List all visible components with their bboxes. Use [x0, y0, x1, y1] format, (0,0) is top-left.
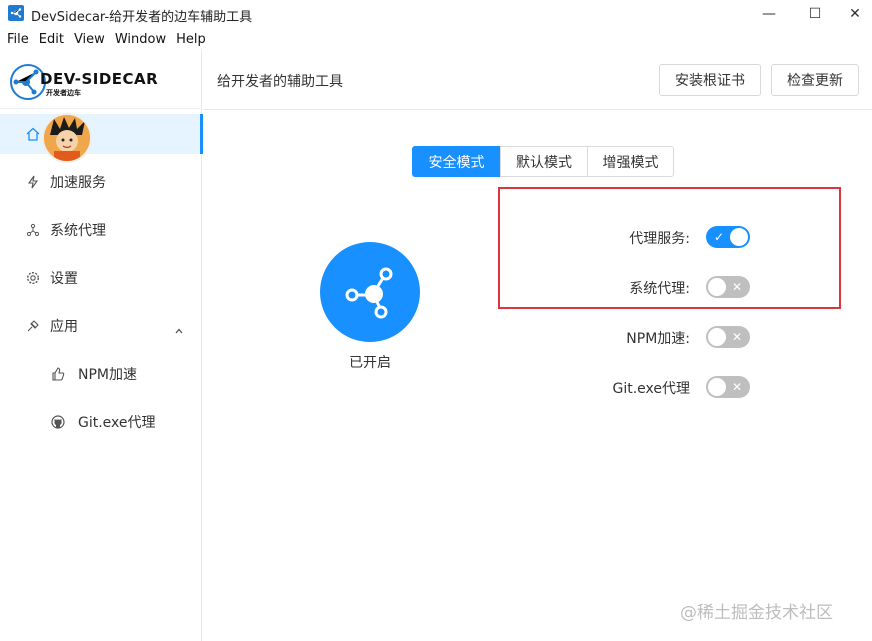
- sidebar-item-git[interactable]: Git.exe代理: [0, 402, 202, 442]
- mode-tabs: 安全模式 默认模式 增强模式: [412, 146, 674, 177]
- window-title: DevSidecar-给开发者的边车辅助工具: [31, 10, 253, 25]
- gear-icon: [25, 270, 41, 286]
- maximize-button[interactable]: ☐: [792, 0, 838, 28]
- sidebar-item-label: 加速服务: [50, 175, 106, 191]
- install-cert-button[interactable]: 安装根证书: [659, 64, 761, 96]
- menu-edit[interactable]: Edit: [34, 32, 69, 47]
- sidebar-item-system-proxy[interactable]: 系统代理: [0, 210, 202, 250]
- status-text: 已开启: [349, 355, 391, 371]
- npm-acceleration-switch[interactable]: ✕: [706, 326, 750, 348]
- bolt-icon: [25, 174, 41, 190]
- tab-default-mode[interactable]: 默认模式: [500, 146, 588, 177]
- logo-text: DEV-SIDECAR: [40, 70, 159, 88]
- header: 给开发者的辅助工具 安装根证书 检查更新: [203, 50, 872, 110]
- sidebar-divider: [0, 108, 202, 109]
- menu-bar: File Edit View Window Help: [0, 28, 872, 50]
- system-proxy-switch[interactable]: ✕: [706, 276, 750, 298]
- sidebar-item-label: 系统代理: [50, 223, 106, 239]
- tab-safe-mode[interactable]: 安全模式: [412, 146, 501, 177]
- sidebar-item-settings[interactable]: 设置: [0, 258, 202, 298]
- power-toggle-button[interactable]: [320, 242, 420, 342]
- git-proxy-label: Git.exe代理: [612, 381, 690, 397]
- sidebar-item-label: Git.exe代理: [78, 415, 156, 431]
- sidebar-item-acceleration[interactable]: 加速服务: [0, 162, 202, 202]
- sidebar: DEV-SIDECAR 开发者边车 加速服务 系统代理 设置 应用 NPM加速 …: [0, 50, 203, 641]
- github-icon: [50, 414, 66, 430]
- menu-view[interactable]: View: [69, 32, 110, 47]
- watermark: @稀土掘金技术社区: [680, 603, 833, 623]
- menu-window[interactable]: Window: [110, 32, 171, 47]
- sidebar-item-label: NPM加速: [78, 367, 137, 383]
- sidebar-item-home[interactable]: [0, 114, 203, 154]
- app-icon: [25, 318, 41, 334]
- switch-knob: [708, 328, 726, 346]
- minimize-button[interactable]: —: [746, 0, 792, 28]
- menu-help[interactable]: Help: [171, 32, 211, 47]
- sidebar-item-label: 应用: [50, 319, 78, 335]
- share-nodes-icon: [345, 267, 393, 319]
- system-proxy-label: 系统代理:: [629, 281, 690, 297]
- proxy-service-label: 代理服务:: [629, 231, 690, 247]
- proxy-service-switch[interactable]: ✓: [706, 226, 750, 248]
- switch-knob: [708, 278, 726, 296]
- close-icon: ✕: [732, 380, 743, 394]
- sidebar-item-apps[interactable]: 应用: [0, 306, 202, 346]
- git-proxy-switch[interactable]: ✕: [706, 376, 750, 398]
- chevron-up-icon: [174, 321, 184, 334]
- home-icon: [25, 126, 41, 142]
- switch-knob: [708, 378, 726, 396]
- logo-subtitle: 开发者边车: [46, 89, 81, 97]
- tab-enhanced-mode[interactable]: 增强模式: [587, 146, 674, 177]
- close-icon: ✕: [732, 330, 743, 344]
- close-icon: ✕: [732, 280, 743, 294]
- npm-acceleration-label: NPM加速:: [626, 331, 690, 347]
- close-button[interactable]: ✕: [838, 0, 872, 28]
- logo: DEV-SIDECAR 开发者边车: [10, 58, 190, 106]
- title-bar: DevSidecar-给开发者的边车辅助工具 — ☐ ✕: [0, 0, 872, 28]
- thumbs-up-icon: [50, 366, 66, 382]
- menu-file[interactable]: File: [2, 32, 34, 47]
- check-icon: ✓: [714, 230, 725, 244]
- page-title: 给开发者的辅助工具: [217, 74, 343, 90]
- sidebar-item-label: 设置: [50, 271, 78, 287]
- switch-knob: [730, 228, 748, 246]
- nodes-icon: [25, 222, 41, 238]
- sidebar-item-npm[interactable]: NPM加速: [0, 354, 202, 394]
- app-icon: [8, 5, 24, 21]
- avatar: [42, 113, 92, 163]
- check-update-button[interactable]: 检查更新: [771, 64, 859, 96]
